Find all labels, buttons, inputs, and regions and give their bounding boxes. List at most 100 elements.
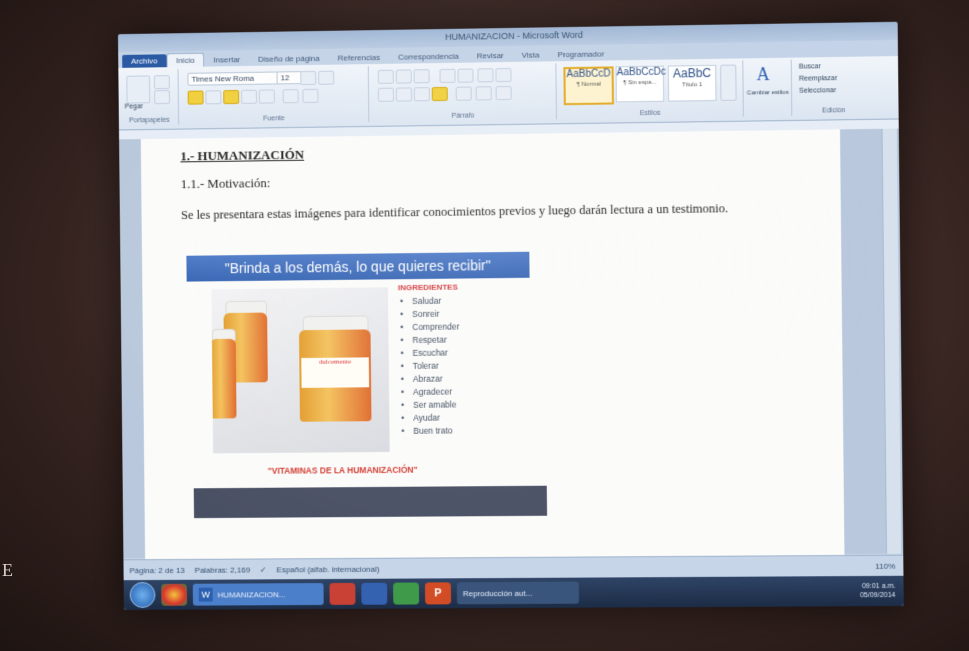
font-name-select[interactable]: Times New Roma [187,71,279,86]
projected-screen: HUMANIZACION - Microsoft Word Archivo In… [117,21,904,610]
align-left-icon[interactable] [377,87,395,102]
document-subheading: 1.1.- Motivación: [180,175,271,192]
align-right-icon[interactable] [413,87,430,102]
tab-vista[interactable]: Vista [513,48,549,62]
tab-inicio[interactable]: Inicio [166,52,205,68]
highlight-color-icon[interactable] [282,89,299,104]
tab-diseno-pagina[interactable]: Diseño de página [249,52,329,66]
tab-programador[interactable]: Programador [548,47,613,61]
shading-icon[interactable] [475,86,492,101]
select-button[interactable]: Seleccionar [799,87,836,95]
line-spacing-icon[interactable] [455,86,472,101]
clipboard-group: Pegar Portapapeles [120,69,180,126]
subscript-button[interactable] [258,89,275,104]
change-styles-label: Cambiar estilos [746,89,789,97]
italic-button[interactable] [205,90,222,105]
media-icon[interactable] [329,582,356,605]
tab-referencias[interactable]: Referencias [329,51,389,65]
powerpoint-icon[interactable]: P [424,582,452,605]
document-page[interactable]: 1.- HUMANIZACIÓN 1.1.- Motivación: Se le… [140,129,845,567]
group-label-edicion: Edición [822,107,846,115]
strikethrough-button[interactable] [241,89,258,104]
numbering-icon[interactable] [395,69,412,84]
ingredients-list: Saludar Sonreir Comprender Respetar Escu… [398,295,461,438]
ingredient-item: Agradecer [399,385,460,399]
vertical-scrollbar[interactable] [881,128,902,554]
group-label-estilos: Estilos [639,109,661,118]
tab-revisar[interactable]: Revisar [468,49,513,63]
group-label-fuente: Fuente [263,115,285,123]
zoom-level[interactable]: 110% [875,561,895,570]
styles-group: AaBbCcD ¶ Normal AaBbCcDc ¶ Sin espa... … [557,60,744,120]
style-titulo-1[interactable]: AaBbC Título 1 [667,64,717,102]
word-count[interactable]: Palabras: 2,169 [195,565,251,574]
tray-time: 09:01 a.m. [861,582,896,591]
page-count[interactable]: Página: 2 de 13 [129,565,184,574]
style-normal-preview: AaBbCcD [566,68,611,81]
projection-scene: HUMANIZACION - Microsoft Word Archivo In… [0,0,969,651]
styles-more-icon[interactable] [720,64,737,101]
justify-icon[interactable] [431,86,448,102]
show-marks-icon[interactable] [495,67,512,83]
grow-font-icon[interactable] [300,70,317,86]
ribbon: Pegar Portapapeles Times New Roma 12 Fue… [118,56,899,131]
font-group: Times New Roma 12 Fuente [179,66,370,125]
language-indicator[interactable]: Español (alfab. internacional) [276,564,379,574]
style-sin-espaciado-name: ¶ Sin espa... [623,79,657,87]
word-icon: W [198,587,213,602]
ingredient-item: Ser amable [399,398,460,412]
excel-icon[interactable] [393,582,420,605]
paragraph-group: Párrafo [369,63,557,122]
jar-label: dulcemente [301,357,370,388]
tab-insertar[interactable]: Insertar [204,53,249,67]
system-tray[interactable]: 09:01 a.m. 05/09/2014 [860,582,896,600]
replace-button[interactable]: Reemplazar [799,75,837,83]
style-normal-name: ¶ Normal [576,81,601,88]
document-paragraph: Se les presentara estas imágenes para id… [180,201,729,223]
next-image-block [193,485,548,519]
borders-icon[interactable] [495,85,512,101]
cut-icon[interactable] [153,75,170,90]
paste-label: Pegar [124,103,144,111]
vitaminas-caption: "VITAMINAS DE LA HUMANIZACIÓN" [267,464,418,476]
ingredient-item: Escuchar [399,346,460,360]
increase-indent-icon[interactable] [457,68,474,83]
change-styles-icon[interactable]: A [756,64,769,85]
group-label-parrafo: Párrafo [451,112,475,120]
ingredient-item: Saludar [398,295,459,309]
ingredient-item: Respetar [398,333,459,347]
sort-icon[interactable] [477,68,494,83]
underline-button[interactable] [223,89,240,105]
font-color-icon[interactable] [302,88,319,103]
multilevel-list-icon[interactable] [413,69,430,84]
start-button[interactable] [129,581,156,608]
ingredients-title: INGREDIENTES [397,282,458,293]
ingredient-item: Abrazar [399,372,460,386]
edge-letter: E [2,560,13,580]
ingredient-item: Ayudar [399,411,460,425]
change-styles-group: A Cambiar estilos [744,59,793,117]
align-center-icon[interactable] [395,87,412,102]
shrink-font-icon[interactable] [318,70,335,85]
tab-correspondencia[interactable]: Correspondencia [389,50,468,64]
tab-archivo[interactable]: Archivo [122,54,167,68]
taskbar-media-label: Reproducción aut... [462,588,533,598]
chrome-icon[interactable] [161,583,188,606]
style-sin-espaciado[interactable]: AaBbCcDc ¶ Sin espa... [615,65,666,103]
taskbar-word-window[interactable]: W HUMANIZACION... [192,583,324,606]
player-icon[interactable] [361,582,388,605]
taskbar-media-window[interactable]: Reproducción aut... [456,581,580,605]
paste-icon[interactable] [126,75,151,104]
ingredient-item: Tolerar [399,359,460,373]
font-size-select[interactable]: 12 [276,71,303,85]
bold-button[interactable] [187,90,204,105]
find-button[interactable]: Buscar [799,63,821,70]
decrease-indent-icon[interactable] [439,68,456,84]
proofing-icon[interactable]: ✓ [260,565,267,574]
group-label-portapapeles: Portapapeles [129,116,170,125]
document-heading: 1.- HUMANIZACIÓN [180,146,305,164]
document-area: 1.- HUMANIZACIÓN 1.1.- Motivación: Se le… [119,128,904,567]
copy-icon[interactable] [154,90,170,105]
style-normal[interactable]: AaBbCcD ¶ Normal [563,66,614,106]
bullets-icon[interactable] [377,69,394,84]
